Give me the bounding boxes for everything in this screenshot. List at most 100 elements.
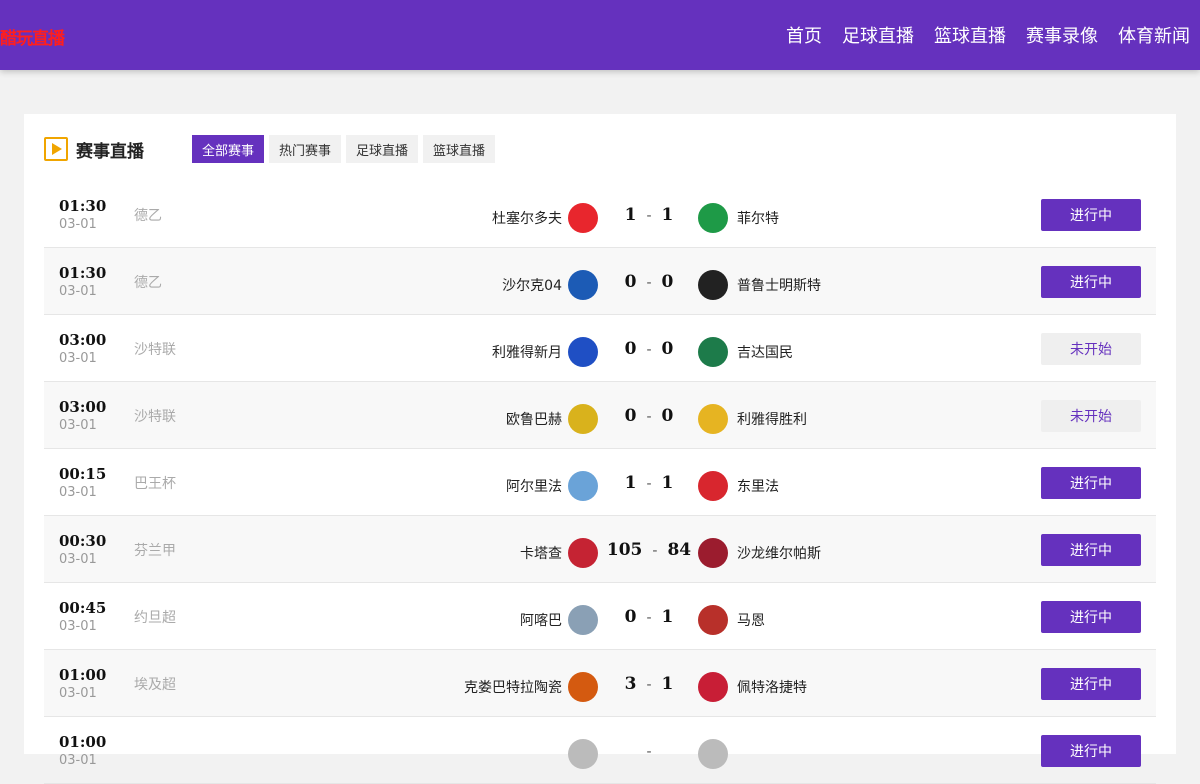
away-score: 0	[661, 272, 674, 292]
home-score: 105	[606, 540, 643, 560]
away-team-name: 利雅得胜利	[737, 412, 807, 428]
away-team: 东里法	[698, 471, 779, 501]
home-team: 杜塞尔多夫	[492, 203, 598, 233]
away-score: 1	[661, 473, 674, 493]
schalke-crest-icon	[568, 270, 598, 300]
match-row[interactable]: 01:30 03-01 德乙 杜塞尔多夫 1 - 1 菲尔特 进行中	[44, 181, 1156, 248]
match-row[interactable]: 00:45 03-01 约旦超 阿喀巴 0 - 1 马恩 进行中	[44, 583, 1156, 650]
match-status-button[interactable]: 进行中	[1041, 266, 1141, 298]
away-team: 利雅得胜利	[698, 404, 807, 434]
match-status-button[interactable]: 进行中	[1041, 467, 1141, 499]
match-row[interactable]: 01:00 03-01 埃及超 克娄巴特拉陶瓷 3 - 1 佩特洛捷特 进行中	[44, 650, 1156, 717]
match-score: -	[604, 739, 694, 763]
match-date: 03-01	[59, 686, 97, 701]
score-separator: -	[646, 474, 652, 492]
site-logo[interactable]: 醋玩直播	[0, 24, 65, 49]
site-header: 醋玩直播 首页 足球直播 篮球直播 赛事录像 体育新闻	[0, 0, 1200, 70]
home-score: 1	[624, 473, 637, 493]
score-separator: -	[646, 742, 652, 760]
match-score: 0 - 0	[604, 337, 694, 361]
match-status-button[interactable]: 进行中	[1041, 199, 1141, 231]
match-time: 00:45	[59, 599, 107, 617]
score-separator: -	[646, 407, 652, 425]
home-team-name: 阿喀巴	[520, 613, 562, 629]
match-row[interactable]: 00:30 03-01 芬兰甲 卡塔查 105 - 84 沙龙维尔帕斯 进行中	[44, 516, 1156, 583]
match-status-button[interactable]: 进行中	[1041, 534, 1141, 566]
match-date: 03-01	[59, 552, 97, 567]
tab-all-matches[interactable]: 全部赛事	[192, 135, 265, 163]
away-score: 84	[667, 540, 692, 560]
league-name: 沙特联	[134, 342, 176, 358]
home-team: 卡塔查	[520, 538, 598, 568]
home-team-name: 阿尔里法	[506, 479, 562, 495]
match-date: 03-01	[59, 619, 97, 634]
tab-football-live[interactable]: 足球直播	[346, 135, 419, 163]
match-row[interactable]: 01:00 03-01 - 进行中	[44, 717, 1156, 784]
score-separator: -	[652, 541, 658, 559]
away-team-name: 吉达国民	[737, 345, 793, 361]
team-crest-icon	[568, 739, 598, 769]
play-icon	[44, 137, 68, 161]
match-status-button[interactable]: 未开始	[1041, 400, 1141, 432]
away-team: 普鲁士明斯特	[698, 270, 821, 300]
ceramica-crest-icon	[568, 672, 598, 702]
home-score: 3	[624, 674, 637, 694]
away-team-name: 菲尔特	[737, 211, 779, 227]
match-score: 0 - 0	[604, 270, 694, 294]
match-date: 03-01	[59, 418, 97, 433]
match-list: 01:30 03-01 德乙 杜塞尔多夫 1 - 1 菲尔特 进行中 01:30…	[44, 181, 1156, 784]
okhdood-crest-icon	[568, 404, 598, 434]
nav-home[interactable]: 首页	[786, 22, 822, 48]
home-team-name: 卡塔查	[520, 546, 562, 562]
away-score: 1	[661, 674, 674, 694]
nav-sports-news[interactable]: 体育新闻	[1118, 22, 1190, 48]
home-team-name: 克娄巴特拉陶瓷	[464, 680, 562, 696]
away-score: 0	[661, 339, 674, 359]
away-team: 马恩	[698, 605, 765, 635]
match-status-button[interactable]: 进行中	[1041, 668, 1141, 700]
tab-hot-matches[interactable]: 热门赛事	[269, 135, 342, 163]
league-name: 沙特联	[134, 409, 176, 425]
home-score: 0	[624, 272, 637, 292]
league-name: 巴王杯	[134, 476, 176, 492]
main-nav: 首页 足球直播 篮球直播 赛事录像 体育新闻	[766, 0, 1190, 70]
petrojet-crest-icon	[698, 672, 728, 702]
score-separator: -	[646, 273, 652, 291]
ahli-crest-icon	[698, 337, 728, 367]
clover-crest-icon	[698, 203, 728, 233]
home-team-name: 利雅得新月	[492, 345, 562, 361]
league-name: 芬兰甲	[134, 543, 176, 559]
home-score: 1	[624, 205, 637, 225]
match-row[interactable]: 00:15 03-01 巴王杯 阿尔里法 1 - 1 东里法 进行中	[44, 449, 1156, 516]
riffa-crest-icon	[568, 471, 598, 501]
tab-basketball-live[interactable]: 篮球直播	[423, 135, 496, 163]
match-row[interactable]: 03:00 03-01 沙特联 欧鲁巴赫 0 - 0 利雅得胜利 未开始	[44, 382, 1156, 449]
match-time: 01:30	[59, 197, 107, 215]
hilal-crest-icon	[568, 337, 598, 367]
match-row[interactable]: 03:00 03-01 沙特联 利雅得新月 0 - 0 吉达国民 未开始	[44, 315, 1156, 382]
match-date: 03-01	[59, 217, 97, 232]
home-team: 阿喀巴	[520, 605, 598, 635]
nav-match-replays[interactable]: 赛事录像	[1026, 22, 1098, 48]
match-row[interactable]: 01:30 03-01 德乙 沙尔克04 0 - 0 普鲁士明斯特 进行中	[44, 248, 1156, 315]
home-team: 利雅得新月	[492, 337, 598, 367]
home-score: 0	[624, 607, 637, 627]
match-date: 03-01	[59, 351, 97, 366]
nav-football-live[interactable]: 足球直播	[842, 22, 914, 48]
nav-basketball-live[interactable]: 篮球直播	[934, 22, 1006, 48]
match-score: 1 - 1	[604, 471, 694, 495]
match-time: 00:30	[59, 532, 107, 550]
away-team: 吉达国民	[698, 337, 793, 367]
away-team-name: 马恩	[737, 613, 765, 629]
away-team: 沙龙维尔帕斯	[698, 538, 821, 568]
match-status-button[interactable]: 未开始	[1041, 333, 1141, 365]
panel-title: 赛事直播	[76, 141, 144, 162]
league-name: 埃及超	[134, 677, 176, 693]
away-team: 菲尔特	[698, 203, 779, 233]
away-team-name: 沙龙维尔帕斯	[737, 546, 821, 562]
home-team: 沙尔克04	[502, 270, 598, 300]
live-matches-panel: 赛事直播 全部赛事 热门赛事 足球直播 篮球直播 01:30 03-01 德乙 …	[24, 114, 1176, 784]
match-date: 03-01	[59, 753, 97, 768]
kataja-crest-icon	[568, 538, 598, 568]
match-status-button[interactable]: 进行中	[1041, 601, 1141, 633]
